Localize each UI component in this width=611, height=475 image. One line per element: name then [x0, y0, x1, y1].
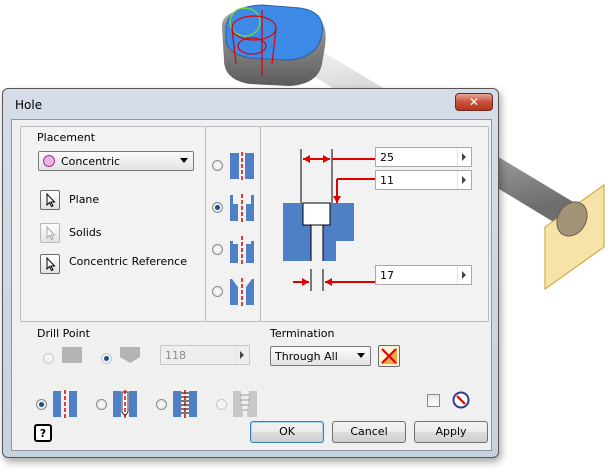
- concentric-reference-label: Concentric Reference: [69, 255, 187, 268]
- drill-angle-value: 118: [165, 349, 186, 362]
- hole-diameter-field[interactable]: 17: [375, 265, 472, 285]
- counterbore-depth-value: 11: [380, 174, 394, 187]
- placement-heading: Placement: [37, 131, 96, 144]
- placement-type-value: Concentric: [61, 155, 121, 168]
- hole-diameter-value: 17: [380, 269, 394, 282]
- infer-icon[interactable]: [452, 391, 470, 409]
- help-button[interactable]: ?: [34, 424, 52, 442]
- pointer-icon: [46, 225, 56, 241]
- pointer-icon: [46, 192, 56, 208]
- help-icon: ?: [39, 427, 47, 440]
- spotface-radio[interactable]: [212, 244, 223, 255]
- cancel-button[interactable]: Cancel: [332, 421, 406, 443]
- dialog-title: Hole: [15, 98, 43, 112]
- concentric-icon: [43, 155, 55, 167]
- flat-drill-point-icon: [62, 347, 82, 363]
- angle-drill-point-radio[interactable]: [101, 353, 112, 364]
- flat-drill-point-radio[interactable]: [43, 353, 54, 364]
- termination-heading: Termination: [270, 327, 335, 340]
- counterbore-depth-field[interactable]: 11: [375, 170, 472, 190]
- taper-tapped-hole-radio[interactable]: [216, 399, 227, 410]
- hole-section-diagram: [283, 149, 379, 291]
- angle-drill-point-icon: [120, 347, 140, 363]
- drill-point-heading: Drill Point: [37, 327, 90, 340]
- placement-panel: Placement Concentric Plane Solids Concen…: [20, 126, 206, 322]
- taper-tapped-hole-icon: [233, 391, 257, 417]
- flip-direction-icon: [381, 348, 397, 364]
- drilled-hole-icon: [230, 152, 254, 180]
- drill-point-panel: Drill Point 118: [20, 320, 261, 372]
- flip-direction-button[interactable]: [378, 345, 400, 367]
- chevron-down-icon: [357, 353, 365, 358]
- simple-hole-icon: [53, 390, 77, 418]
- placement-type-combo[interactable]: Concentric: [38, 151, 194, 171]
- expand-arrow-icon[interactable]: [457, 171, 471, 189]
- drilled-radio[interactable]: [212, 160, 223, 171]
- ok-button[interactable]: OK: [250, 421, 324, 443]
- termination-combo[interactable]: Through All: [270, 346, 371, 366]
- counterbore-diameter-field[interactable]: 25: [375, 147, 472, 167]
- countersink-radio[interactable]: [212, 286, 223, 297]
- counterbore-hole-icon: [230, 194, 254, 222]
- solids-select-button[interactable]: [40, 223, 60, 243]
- plane-label: Plane: [69, 193, 100, 206]
- preview-checkbox[interactable]: [427, 394, 440, 407]
- clearance-hole-icon: [113, 390, 137, 418]
- drill-angle-field[interactable]: 118: [160, 345, 250, 365]
- pointer-icon: [46, 256, 56, 272]
- close-button[interactable]: ✕: [455, 93, 493, 111]
- tapped-hole-radio[interactable]: [156, 399, 167, 410]
- clearance-hole-radio[interactable]: [96, 399, 107, 410]
- hole-type-panel: [205, 126, 261, 322]
- countersink-hole-icon: [230, 278, 254, 306]
- expand-arrow-icon[interactable]: [457, 266, 471, 284]
- spotface-hole-icon: [230, 236, 254, 264]
- tapped-hole-icon: [173, 390, 197, 418]
- apply-button[interactable]: Apply: [414, 421, 488, 443]
- expand-arrow-icon[interactable]: [457, 148, 471, 166]
- title-bar[interactable]: Hole ✕: [3, 89, 498, 119]
- dialog-client: Placement Concentric Plane Solids Concen…: [11, 119, 492, 451]
- expand-arrow-icon[interactable]: [235, 346, 249, 364]
- chevron-down-icon: [180, 158, 188, 163]
- plane-select-button[interactable]: [40, 190, 60, 210]
- termination-value: Through All: [275, 350, 338, 363]
- dimension-panel: 25 11 17: [260, 126, 489, 322]
- simple-hole-radio[interactable]: [36, 399, 47, 410]
- counterbore-diameter-value: 25: [380, 151, 394, 164]
- solids-label: Solids: [69, 226, 102, 239]
- hole-dialog: Hole ✕ Placement Concentric Plane Solids…: [2, 88, 499, 458]
- counterbore-radio[interactable]: [212, 202, 223, 213]
- concentric-reference-select-button[interactable]: [40, 254, 60, 274]
- termination-panel: Termination Through All: [260, 320, 489, 372]
